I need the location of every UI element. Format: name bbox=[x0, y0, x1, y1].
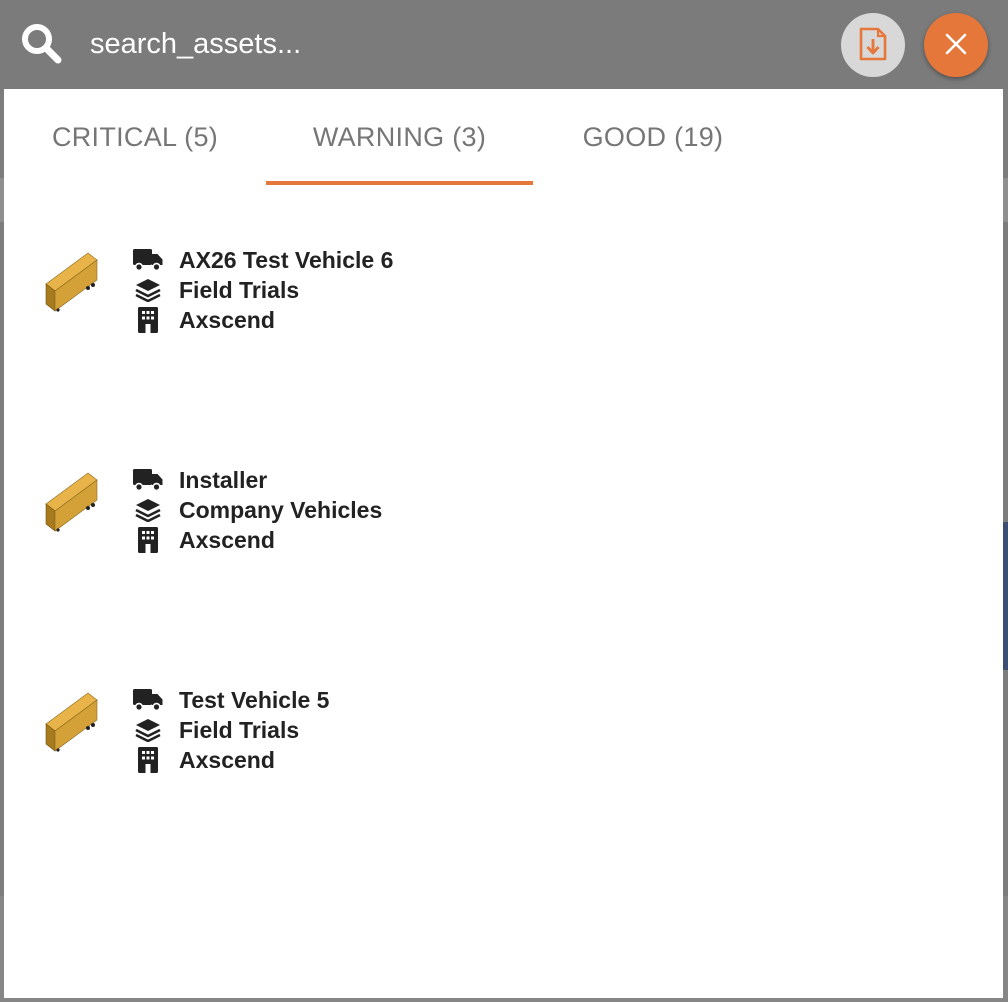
tab-warning[interactable]: WARNING (3) bbox=[266, 89, 533, 185]
asset-group-row: Field Trials bbox=[133, 715, 299, 745]
truck-icon bbox=[133, 465, 163, 495]
truck-icon bbox=[133, 685, 163, 715]
layers-icon bbox=[133, 275, 163, 305]
asset-status-panel: CRITICAL (5) WARNING (3) GOOD (19) AX26 … bbox=[4, 89, 1003, 998]
asset-company-row: Axscend bbox=[133, 525, 275, 555]
asset-group-name: Field Trials bbox=[179, 276, 300, 303]
close-icon bbox=[944, 32, 968, 59]
tab-label: GOOD (19) bbox=[582, 121, 724, 152]
building-icon bbox=[133, 305, 163, 335]
building-icon bbox=[133, 525, 163, 555]
asset-company-name: Axscend bbox=[179, 526, 275, 553]
list-item[interactable]: Installer Company Vehicles Axscend bbox=[4, 459, 1003, 579]
truck-icon bbox=[133, 245, 163, 275]
layers-icon bbox=[133, 495, 163, 525]
asset-vehicle-name: AX26 Test Vehicle 6 bbox=[179, 246, 394, 273]
asset-vehicle-row: Installer bbox=[133, 465, 267, 495]
search-icon[interactable] bbox=[20, 22, 64, 66]
asset-company-name: Axscend bbox=[179, 746, 275, 773]
asset-group-row: Company Vehicles bbox=[133, 495, 382, 525]
trailer-icon bbox=[42, 468, 102, 532]
tab-good[interactable]: GOOD (19) bbox=[533, 89, 773, 185]
search-header bbox=[0, 0, 1008, 89]
building-icon bbox=[133, 745, 163, 775]
asset-vehicle-name: Test Vehicle 5 bbox=[179, 686, 330, 713]
asset-company-row: Axscend bbox=[133, 305, 275, 335]
trailer-icon bbox=[42, 248, 102, 312]
trailer-icon bbox=[42, 688, 102, 752]
asset-company-name: Axscend bbox=[179, 306, 275, 333]
asset-vehicle-name: Installer bbox=[179, 466, 268, 493]
asset-group-name: Field Trials bbox=[179, 716, 300, 743]
search-input[interactable] bbox=[90, 22, 790, 66]
asset-group-row: Field Trials bbox=[133, 275, 299, 305]
list-item[interactable]: AX26 Test Vehicle 6 Field Trials Axscend bbox=[4, 239, 1003, 359]
status-tabs: CRITICAL (5) WARNING (3) GOOD (19) bbox=[4, 89, 1003, 185]
list-item[interactable]: Test Vehicle 5 Field Trials Axscend bbox=[4, 679, 1003, 799]
layers-icon bbox=[133, 715, 163, 745]
tab-critical[interactable]: CRITICAL (5) bbox=[4, 89, 266, 185]
asset-vehicle-row: Test Vehicle 5 bbox=[133, 685, 329, 715]
asset-vehicle-row: AX26 Test Vehicle 6 bbox=[133, 245, 393, 275]
active-tab-indicator bbox=[266, 181, 533, 185]
asset-group-name: Company Vehicles bbox=[179, 496, 383, 523]
export-button[interactable] bbox=[841, 13, 905, 77]
tab-label: CRITICAL (5) bbox=[51, 121, 219, 152]
close-button[interactable] bbox=[924, 13, 988, 77]
asset-company-row: Axscend bbox=[133, 745, 275, 775]
tab-label: WARNING (3) bbox=[312, 121, 487, 152]
file-download-icon bbox=[859, 27, 887, 64]
